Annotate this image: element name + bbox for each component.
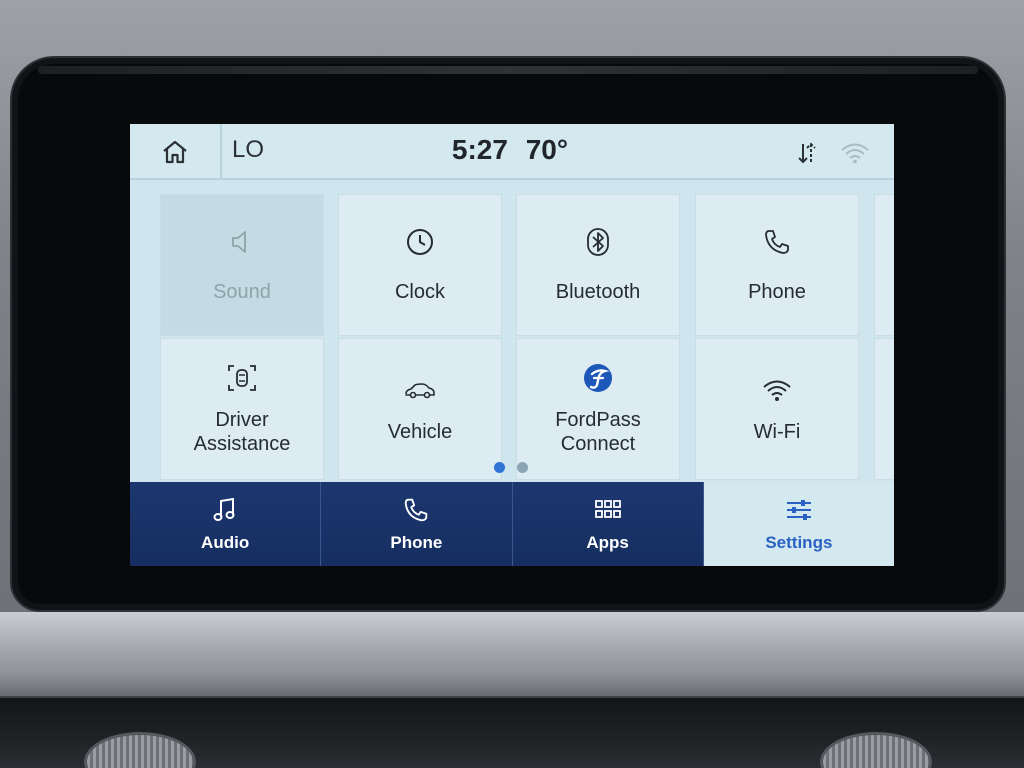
wifi-icon <box>763 380 791 401</box>
page-indicator <box>486 462 536 476</box>
nav-audio[interactable]: Audio <box>130 482 322 566</box>
music-note-icon <box>213 497 235 521</box>
tile-phone[interactable]: Phone <box>695 194 859 336</box>
tile-label: Vehicle <box>387 421 453 443</box>
dashboard-trim <box>0 612 1024 702</box>
tile-wifi[interactable]: Wi-Fi <box>695 338 859 480</box>
sync-arrows-icon <box>798 142 816 164</box>
nav-settings[interactable]: Settings <box>703 482 894 566</box>
status-bar: LO 5:27 70° <box>130 124 894 180</box>
clock-icon <box>407 229 433 255</box>
sliders-icon <box>786 500 811 520</box>
nav-label: Audio <box>201 533 250 552</box>
driver-assist-icon <box>228 365 256 391</box>
tile-label: Driver Assistance <box>193 409 291 455</box>
phone-icon <box>405 498 428 522</box>
tile-vehicle[interactable]: Vehicle <box>338 338 502 480</box>
tile-label: FordPass Connect <box>555 409 641 455</box>
tile-bluetooth[interactable]: Bluetooth <box>516 194 680 336</box>
outside-temperature: 70° <box>525 134 569 165</box>
nav-apps[interactable]: Apps <box>512 482 704 566</box>
phone-icon <box>765 230 789 254</box>
time-display: 5:27 <box>451 134 508 165</box>
tile-label: Bluetooth <box>555 281 641 303</box>
apps-grid-icon <box>594 500 621 518</box>
bottom-nav: Audio Phone Apps Settings <box>130 482 894 566</box>
nav-phone[interactable]: Phone <box>321 482 513 566</box>
nav-label: Apps <box>586 533 629 552</box>
nav-label: Phone <box>390 533 443 552</box>
tile-label: Sound <box>213 281 271 303</box>
bezel-highlight <box>38 66 978 74</box>
tile-fordpass-connect[interactable]: FordPass Connect <box>516 338 680 480</box>
tile-sound[interactable]: Sound <box>160 194 324 336</box>
bluetooth-icon <box>587 228 609 256</box>
page-dot-active[interactable] <box>494 462 505 473</box>
tile-next-page-peek[interactable] <box>874 194 894 336</box>
tile-label: Wi-Fi <box>753 421 801 443</box>
fordpass-icon <box>584 364 612 392</box>
home-button[interactable] <box>130 124 222 180</box>
tile-driver-assistance[interactable]: Driver Assistance <box>160 338 324 480</box>
tile-clock[interactable]: Clock <box>338 194 502 336</box>
climate-setting[interactable]: LO <box>232 136 264 164</box>
time-temperature: 5:27 70° <box>430 134 590 166</box>
nav-label: Settings <box>765 533 833 552</box>
tile-label: Clock <box>394 281 445 303</box>
settings-grid: Sound Clock Bluetooth Phone Driver Assis… <box>130 182 894 482</box>
tile-next-page-peek[interactable] <box>874 338 894 480</box>
home-icon <box>163 140 187 164</box>
page-dot[interactable] <box>517 462 528 473</box>
infotainment-screen: LO 5:27 70° Sound Clock Bluetooth Phone … <box>130 124 894 566</box>
car-icon <box>405 383 435 399</box>
tile-label: Phone <box>748 281 806 303</box>
speaker-icon <box>232 231 246 253</box>
wifi-signal-icon <box>841 143 869 164</box>
